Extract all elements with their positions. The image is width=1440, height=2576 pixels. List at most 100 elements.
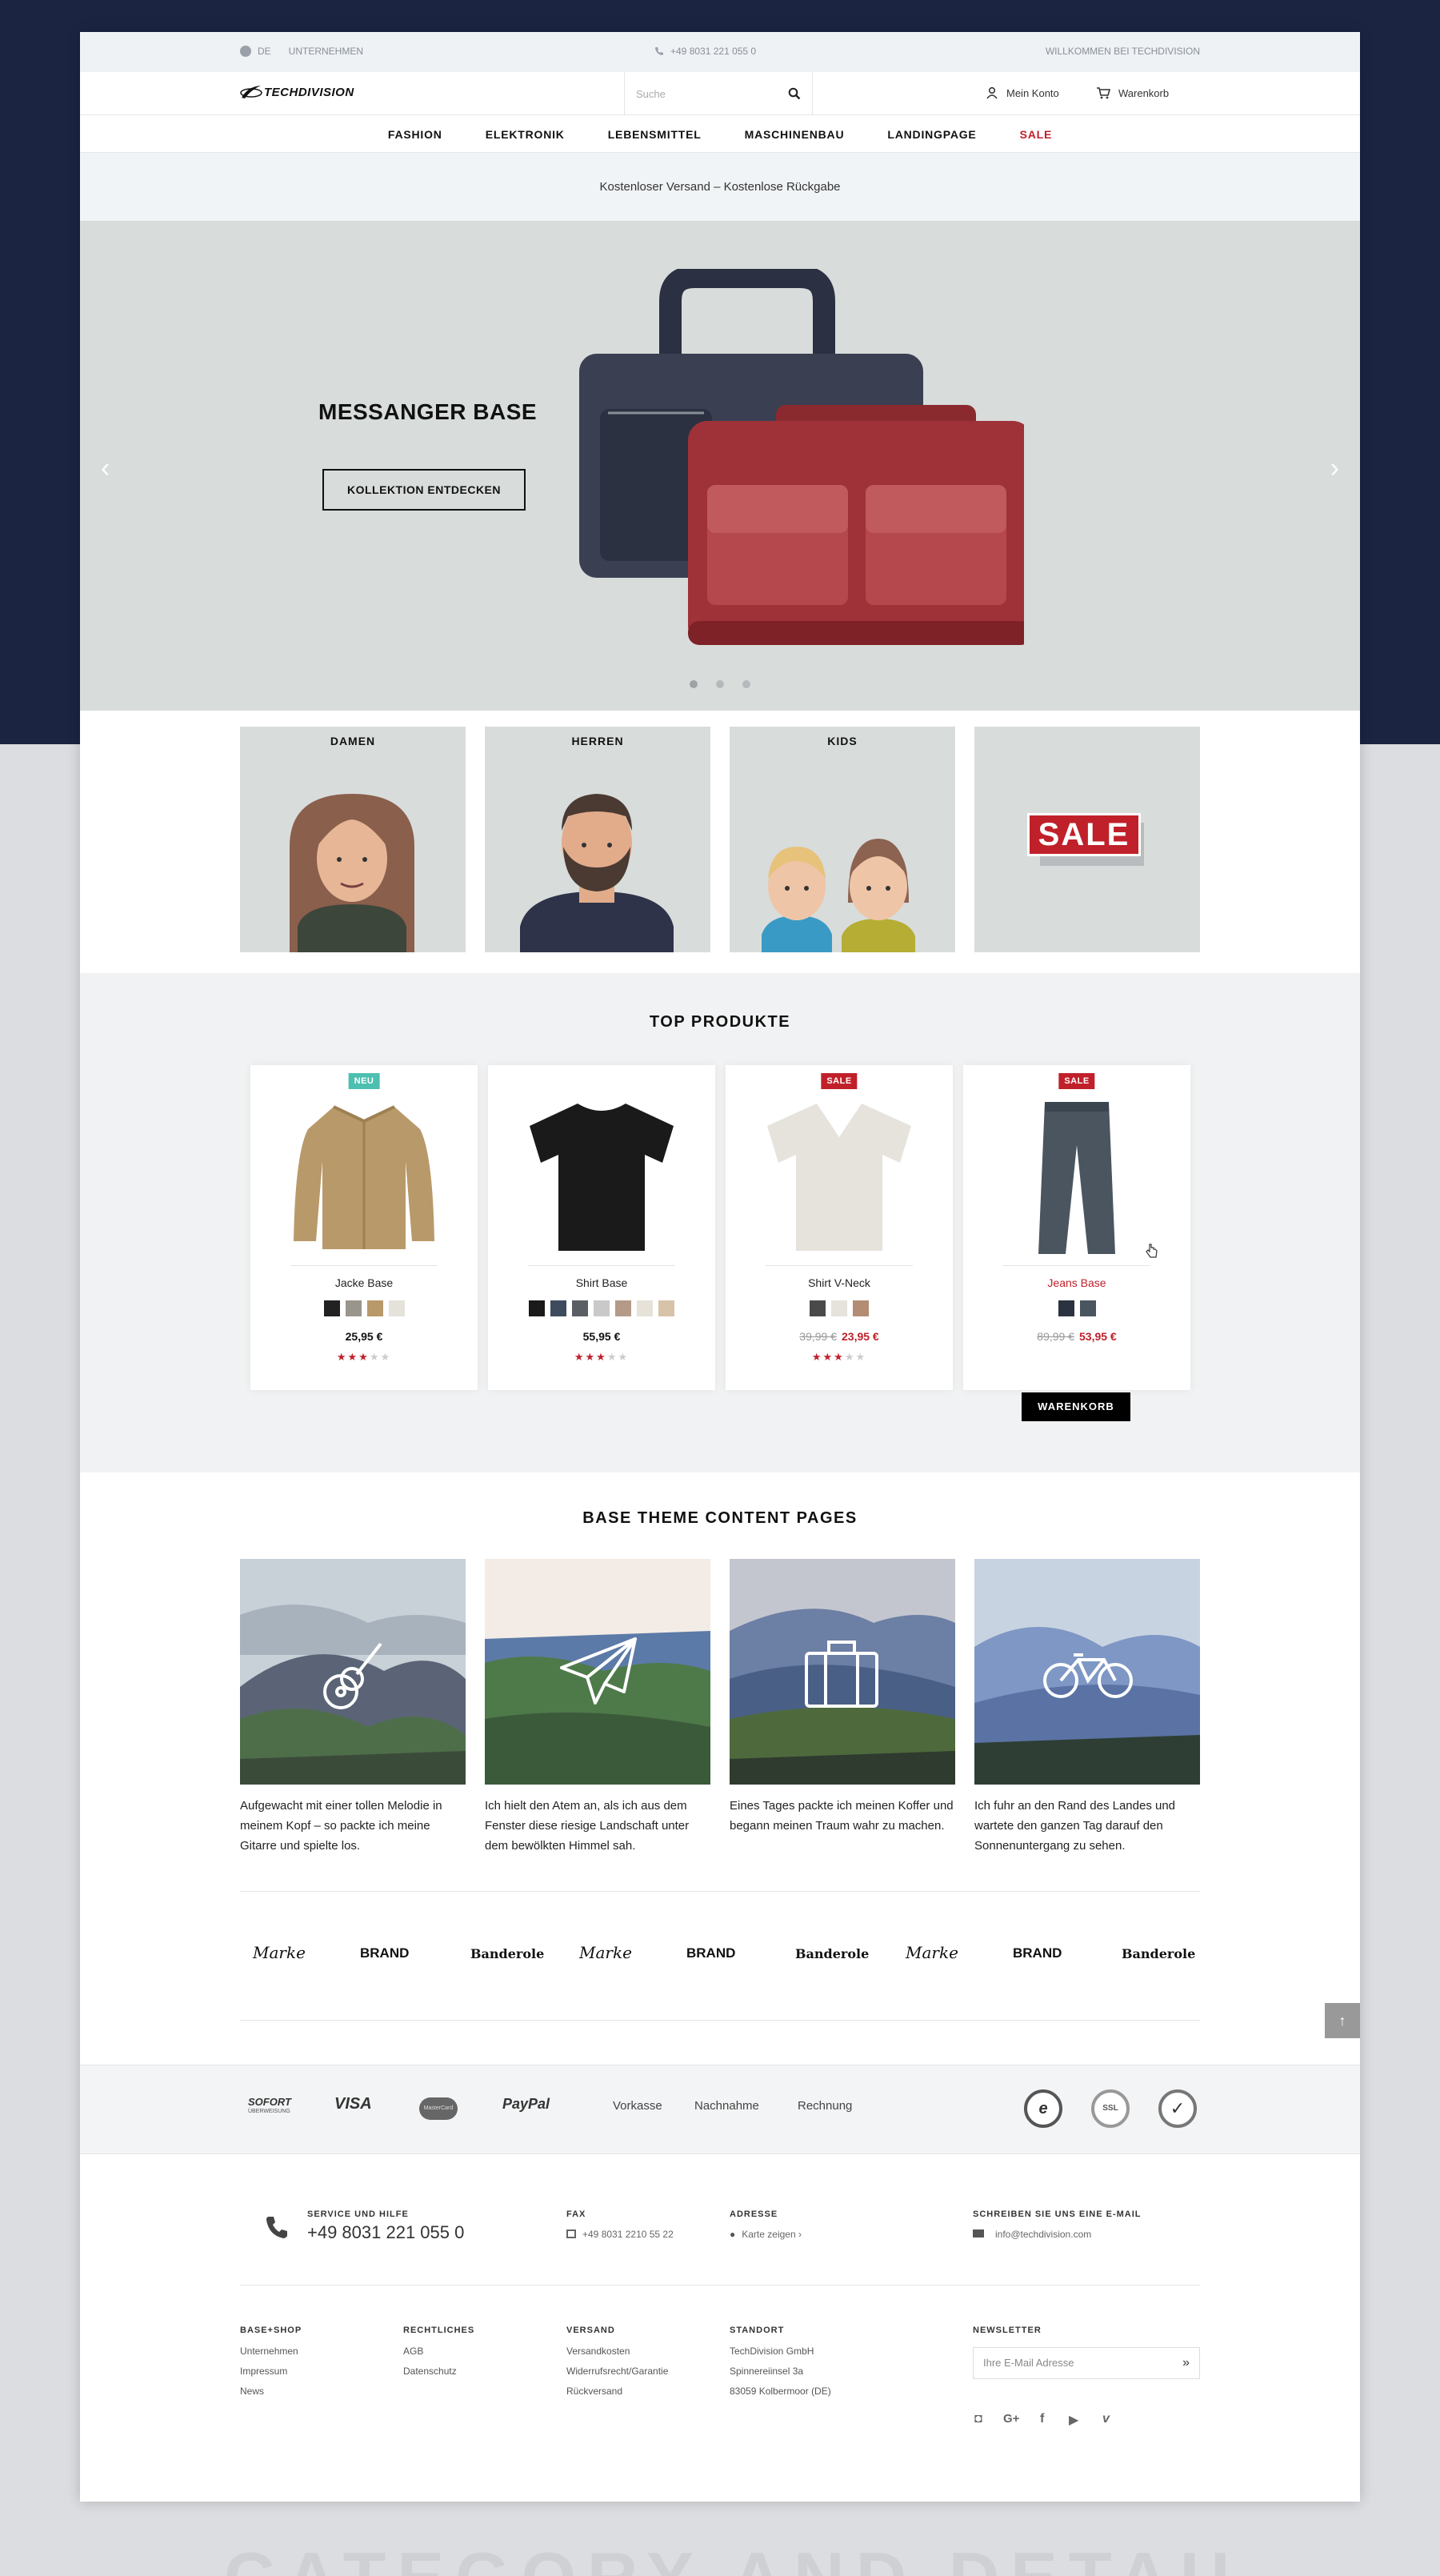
slider-dot-1[interactable] [690, 680, 698, 688]
email-contact[interactable]: info@techdivision.com [973, 2229, 1091, 2240]
account-link[interactable]: Mein Konto [986, 86, 1059, 99]
product-name[interactable]: Jeans Base [963, 1276, 1190, 1289]
footer-col-heading: STANDORT [730, 2326, 785, 2335]
swatch[interactable] [1058, 1300, 1074, 1316]
ssl-seal[interactable]: SSL [1091, 2089, 1130, 2128]
rating-stars: ★★★★★ [336, 1351, 392, 1363]
scroll-to-top-button[interactable]: ↑ [1325, 2003, 1360, 2038]
globe-icon [240, 46, 251, 57]
footer-col-links: AGB Datenschutz [403, 2342, 457, 2382]
search-input[interactable]: Suche [624, 72, 813, 115]
category-tile-damen[interactable]: DAMEN [240, 727, 466, 952]
discover-collection-button[interactable]: KOLLEKTION ENTDECKEN [322, 469, 526, 511]
product-name[interactable]: Jacke Base [250, 1276, 478, 1289]
content-page-tile[interactable] [730, 1559, 955, 1785]
divider [240, 2285, 1200, 2286]
paper-plane-icon [560, 1637, 637, 1705]
brand-logo[interactable]: Marke [906, 1943, 958, 1962]
product-card[interactable]: SALE Shirt V-Neck 39,99 € 23,95 € ★★★★★ [726, 1065, 953, 1390]
address-link[interactable]: ● Karte zeigen › [730, 2229, 802, 2240]
language-selector[interactable]: DE UNTERNEHMEN [240, 46, 363, 57]
product-card[interactable]: Shirt Base 55,95 € ★★★★★ [488, 1065, 715, 1390]
color-swatches [963, 1300, 1190, 1316]
footer-link[interactable]: News [240, 2382, 298, 2402]
brand-logo[interactable]: Banderole [470, 1946, 544, 1961]
footer-link[interactable]: Impressum [240, 2362, 298, 2382]
email-link[interactable]: info@techdivision.com [995, 2229, 1091, 2240]
cart-link[interactable]: Warenkorb [1096, 86, 1169, 99]
brand-logo[interactable]: BRAND [1013, 1945, 1062, 1961]
youtube-icon[interactable]: ▶ [1069, 2412, 1078, 2428]
nav-item-lebensmittel[interactable]: LEBENSMITTEL [608, 128, 702, 141]
swatch[interactable] [615, 1300, 631, 1316]
search-icon[interactable] [788, 87, 801, 100]
show-map-link[interactable]: Karte zeigen › [742, 2229, 802, 2240]
nav-item-maschinenbau[interactable]: MASCHINENBAU [745, 128, 845, 141]
submit-arrow-icon[interactable]: » [1182, 2348, 1190, 2378]
product-card-hovered[interactable]: SALE Jeans Base 89,99 € 53,95 € [963, 1065, 1190, 1390]
footer-link[interactable]: Datenschutz [403, 2362, 457, 2382]
swatch[interactable] [637, 1300, 653, 1316]
brand-logo[interactable]: BRAND [686, 1945, 735, 1961]
swatch[interactable] [388, 1300, 405, 1316]
slider-next-arrow[interactable]: › [1330, 453, 1339, 484]
content-page-tile[interactable] [485, 1559, 710, 1785]
swatch[interactable] [550, 1300, 566, 1316]
nav-item-fashion[interactable]: FASHION [388, 128, 442, 141]
swatch[interactable] [323, 1300, 340, 1316]
vimeo-icon[interactable]: v [1102, 2412, 1110, 2426]
shirt-image [530, 1104, 674, 1251]
brand-logo[interactable]: Marke [579, 1943, 632, 1962]
swatch[interactable] [345, 1300, 362, 1316]
nav-item-landingpage[interactable]: LANDINGPAGE [887, 128, 976, 141]
swatch[interactable] [529, 1300, 545, 1316]
brand-logo[interactable]: BRAND [360, 1945, 409, 1961]
slider-dot-3[interactable] [742, 680, 750, 688]
newsletter-email-input[interactable]: Ihre E-Mail Adresse » [973, 2347, 1200, 2379]
footer-link[interactable]: Widerrufsrecht/Garantie [566, 2362, 668, 2382]
category-tile-herren[interactable]: HERREN [485, 727, 710, 952]
phone-number: +49 8031 221 055 0 [670, 46, 757, 57]
swatch[interactable] [853, 1300, 869, 1316]
logo-text: TECHDIVISION [264, 85, 354, 99]
content-page-tile[interactable] [974, 1559, 1200, 1785]
add-to-cart-button[interactable]: WARENKORB [1022, 1392, 1130, 1421]
swatch[interactable] [366, 1300, 383, 1316]
v-neck-shirt-image [767, 1104, 911, 1251]
google-plus-icon[interactable]: G+ [1003, 2412, 1019, 2426]
content-pages-title: BASE THEME CONTENT PAGES [582, 1509, 858, 1527]
slider-dot-2[interactable] [716, 680, 724, 688]
product-name[interactable]: Shirt Base [488, 1276, 715, 1289]
swatch[interactable] [831, 1300, 847, 1316]
payment-bar: SOFORT ÜBERWEISUNG VISA MasterCard PayPa… [80, 2065, 1360, 2154]
swatch[interactable] [572, 1300, 588, 1316]
logo[interactable]: TECHDIVISION [240, 83, 354, 101]
content-page-tile[interactable] [240, 1559, 466, 1785]
brand-logo[interactable]: Banderole [1122, 1946, 1195, 1961]
slider-prev-arrow[interactable]: ‹ [101, 453, 110, 484]
trusted-shops-seal[interactable]: e [1024, 2089, 1062, 2128]
footer-link[interactable]: Unternehmen [240, 2342, 298, 2362]
sale-price: 53,95 € [1079, 1330, 1117, 1343]
swatch[interactable] [658, 1300, 674, 1316]
brand-logo[interactable]: Marke [253, 1943, 306, 1962]
footer-link[interactable]: Versandkosten [566, 2342, 668, 2362]
check-seal[interactable]: ✓ [1158, 2089, 1197, 2128]
footer-link[interactable]: Rückversand [566, 2382, 668, 2402]
company-link[interactable]: UNTERNEHMEN [289, 46, 363, 57]
category-tile-kids[interactable]: KIDS [730, 727, 955, 952]
facebook-icon[interactable]: f [1040, 2412, 1044, 2426]
product-card[interactable]: NEU Jacke Base 25,95 € ★★★★★ [250, 1065, 478, 1390]
swatch[interactable] [1079, 1300, 1096, 1316]
product-name[interactable]: Shirt V-Neck [726, 1276, 953, 1289]
nav-item-elektronik[interactable]: ELEKTRONIK [486, 128, 565, 141]
email-heading: SCHREIBEN SIE UNS EINE E-MAIL [973, 2209, 1142, 2219]
footer-link[interactable]: AGB [403, 2342, 457, 2362]
nav-item-sale[interactable]: SALE [1020, 128, 1053, 141]
swatch[interactable] [594, 1300, 610, 1316]
brand-logo[interactable]: Banderole [795, 1946, 869, 1961]
swatch[interactable] [810, 1300, 826, 1316]
category-tile-sale[interactable]: SALE [974, 727, 1200, 952]
guitar-icon [323, 1642, 382, 1709]
instagram-icon[interactable]: ◘ [974, 2412, 982, 2426]
